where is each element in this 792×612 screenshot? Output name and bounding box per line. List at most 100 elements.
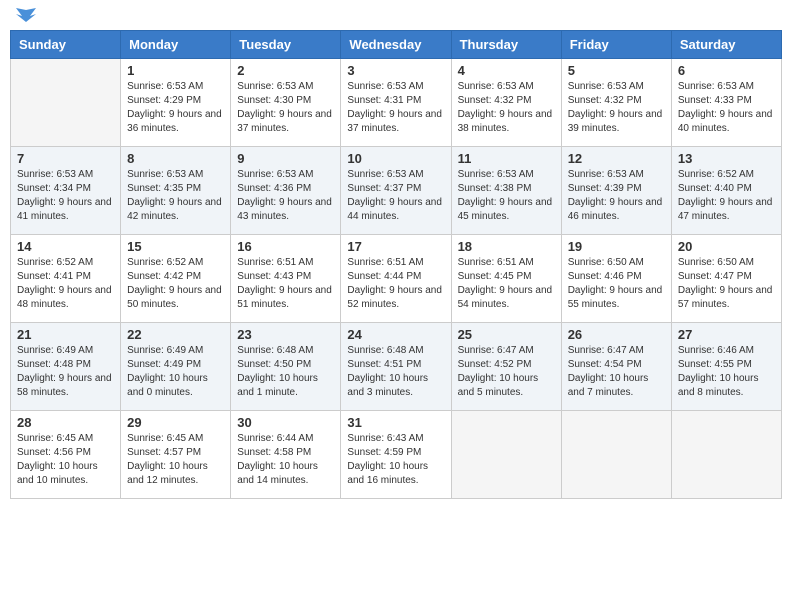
day-number: 9 [237, 151, 334, 166]
day-number: 1 [127, 63, 224, 78]
day-info: Sunrise: 6:45 AM Sunset: 4:57 PM Dayligh… [127, 432, 224, 488]
calendar-cell: 23 Sunrise: 6:48 AM Sunset: 4:50 PM Dayli… [231, 323, 341, 411]
day-number: 23 [237, 327, 334, 342]
calendar-cell: 17 Sunrise: 6:51 AM Sunset: 4:44 PM Dayli… [341, 235, 451, 323]
weekday-header-tuesday: Tuesday [231, 31, 341, 59]
calendar-cell: 24 Sunrise: 6:48 AM Sunset: 4:51 PM Dayli… [341, 323, 451, 411]
calendar-cell: 22 Sunrise: 6:49 AM Sunset: 4:49 PM Dayli… [121, 323, 231, 411]
day-number: 19 [568, 239, 665, 254]
calendar-cell: 18 Sunrise: 6:51 AM Sunset: 4:45 PM Dayli… [451, 235, 561, 323]
day-info: Sunrise: 6:53 AM Sunset: 4:31 PM Dayligh… [347, 80, 444, 136]
day-number: 24 [347, 327, 444, 342]
week-row-1: 1 Sunrise: 6:53 AM Sunset: 4:29 PM Daylig… [11, 59, 782, 147]
day-info: Sunrise: 6:47 AM Sunset: 4:54 PM Dayligh… [568, 344, 665, 400]
calendar-cell: 20Sunrise: 6:50 AM Sunset: 4:47 PM Dayli… [671, 235, 781, 323]
day-info: Sunrise: 6:45 AM Sunset: 4:56 PM Dayligh… [17, 432, 114, 488]
day-number: 26 [568, 327, 665, 342]
calendar-cell: 12 Sunrise: 6:53 AM Sunset: 4:39 PM Dayli… [561, 147, 671, 235]
day-info: Sunrise: 6:49 AM Sunset: 4:48 PM Dayligh… [17, 344, 114, 400]
day-info: Sunrise: 6:53 AM Sunset: 4:32 PM Dayligh… [458, 80, 555, 136]
day-number: 27 [678, 327, 775, 342]
weekday-header-friday: Friday [561, 31, 671, 59]
calendar-cell: 5 Sunrise: 6:53 AM Sunset: 4:32 PM Daylig… [561, 59, 671, 147]
day-info: Sunrise: 6:53 AM Sunset: 4:29 PM Dayligh… [127, 80, 224, 136]
day-info: Sunrise: 6:50 AM Sunset: 4:46 PM Dayligh… [568, 256, 665, 312]
day-number: 22 [127, 327, 224, 342]
weekday-header-monday: Monday [121, 31, 231, 59]
calendar-cell [561, 411, 671, 499]
day-info: Sunrise: 6:51 AM Sunset: 4:45 PM Dayligh… [458, 256, 555, 312]
day-number: 10 [347, 151, 444, 166]
calendar-cell: 15Sunrise: 6:52 AM Sunset: 4:42 PM Dayli… [121, 235, 231, 323]
day-info: Sunrise: 6:52 AM Sunset: 4:42 PM Dayligh… [127, 256, 224, 312]
day-info: Sunrise: 6:53 AM Sunset: 4:30 PM Dayligh… [237, 80, 334, 136]
day-info: Sunrise: 6:53 AM Sunset: 4:33 PM Dayligh… [678, 80, 775, 136]
day-number: 3 [347, 63, 444, 78]
day-number: 12 [568, 151, 665, 166]
weekday-header-sunday: Sunday [11, 31, 121, 59]
day-info: Sunrise: 6:52 AM Sunset: 4:40 PM Dayligh… [678, 168, 775, 224]
calendar-cell: 6 Sunrise: 6:53 AM Sunset: 4:33 PM Daylig… [671, 59, 781, 147]
day-number: 16 [237, 239, 334, 254]
calendar-cell: 11 Sunrise: 6:53 AM Sunset: 4:38 PM Dayli… [451, 147, 561, 235]
day-number: 17 [347, 239, 444, 254]
day-info: Sunrise: 6:44 AM Sunset: 4:58 PM Dayligh… [237, 432, 334, 488]
calendar-cell: 19 Sunrise: 6:50 AM Sunset: 4:46 PM Dayli… [561, 235, 671, 323]
weekday-header-wednesday: Wednesday [341, 31, 451, 59]
calendar-cell: 29Sunrise: 6:45 AM Sunset: 4:57 PM Dayli… [121, 411, 231, 499]
day-info: Sunrise: 6:53 AM Sunset: 4:37 PM Dayligh… [347, 168, 444, 224]
day-info: Sunrise: 6:53 AM Sunset: 4:32 PM Dayligh… [568, 80, 665, 136]
day-info: Sunrise: 6:49 AM Sunset: 4:49 PM Dayligh… [127, 344, 224, 400]
calendar-cell: 25Sunrise: 6:47 AM Sunset: 4:52 PM Dayli… [451, 323, 561, 411]
day-number: 21 [17, 327, 114, 342]
day-number: 30 [237, 415, 334, 430]
day-number: 18 [458, 239, 555, 254]
calendar-cell: 30 Sunrise: 6:44 AM Sunset: 4:58 PM Dayli… [231, 411, 341, 499]
weekday-header-row: SundayMondayTuesdayWednesdayThursdayFrid… [11, 31, 782, 59]
logo [14, 10, 36, 22]
day-info: Sunrise: 6:51 AM Sunset: 4:43 PM Dayligh… [237, 256, 334, 312]
day-info: Sunrise: 6:53 AM Sunset: 4:38 PM Dayligh… [458, 168, 555, 224]
day-info: Sunrise: 6:48 AM Sunset: 4:51 PM Dayligh… [347, 344, 444, 400]
day-number: 25 [458, 327, 555, 342]
day-number: 14 [17, 239, 114, 254]
calendar-table: SundayMondayTuesdayWednesdayThursdayFrid… [10, 30, 782, 499]
week-row-2: 7 Sunrise: 6:53 AM Sunset: 4:34 PM Daylig… [11, 147, 782, 235]
calendar-cell: 7 Sunrise: 6:53 AM Sunset: 4:34 PM Daylig… [11, 147, 121, 235]
day-number: 20 [678, 239, 775, 254]
calendar-cell [451, 411, 561, 499]
day-number: 5 [568, 63, 665, 78]
day-info: Sunrise: 6:53 AM Sunset: 4:34 PM Dayligh… [17, 168, 114, 224]
calendar-cell: 2 Sunrise: 6:53 AM Sunset: 4:30 PM Daylig… [231, 59, 341, 147]
calendar-cell: 21 Sunrise: 6:49 AM Sunset: 4:48 PM Dayli… [11, 323, 121, 411]
calendar-cell: 8 Sunrise: 6:53 AM Sunset: 4:35 PM Daylig… [121, 147, 231, 235]
day-info: Sunrise: 6:53 AM Sunset: 4:35 PM Dayligh… [127, 168, 224, 224]
day-info: Sunrise: 6:53 AM Sunset: 4:39 PM Dayligh… [568, 168, 665, 224]
day-info: Sunrise: 6:48 AM Sunset: 4:50 PM Dayligh… [237, 344, 334, 400]
day-number: 13 [678, 151, 775, 166]
day-info: Sunrise: 6:52 AM Sunset: 4:41 PM Dayligh… [17, 256, 114, 312]
calendar-cell: 10 Sunrise: 6:53 AM Sunset: 4:37 PM Dayli… [341, 147, 451, 235]
calendar-cell: 3 Sunrise: 6:53 AM Sunset: 4:31 PM Daylig… [341, 59, 451, 147]
day-info: Sunrise: 6:43 AM Sunset: 4:59 PM Dayligh… [347, 432, 444, 488]
week-row-5: 28Sunrise: 6:45 AM Sunset: 4:56 PM Dayli… [11, 411, 782, 499]
calendar-cell [671, 411, 781, 499]
day-number: 6 [678, 63, 775, 78]
page-header [10, 10, 782, 22]
day-number: 7 [17, 151, 114, 166]
logo-bird-icon [16, 8, 36, 26]
week-row-3: 14 Sunrise: 6:52 AM Sunset: 4:41 PM Dayli… [11, 235, 782, 323]
calendar-cell: 4 Sunrise: 6:53 AM Sunset: 4:32 PM Daylig… [451, 59, 561, 147]
calendar-cell: 16 Sunrise: 6:51 AM Sunset: 4:43 PM Dayli… [231, 235, 341, 323]
day-info: Sunrise: 6:46 AM Sunset: 4:55 PM Dayligh… [678, 344, 775, 400]
day-number: 2 [237, 63, 334, 78]
calendar-cell [11, 59, 121, 147]
day-number: 8 [127, 151, 224, 166]
day-info: Sunrise: 6:51 AM Sunset: 4:44 PM Dayligh… [347, 256, 444, 312]
calendar-cell: 28Sunrise: 6:45 AM Sunset: 4:56 PM Dayli… [11, 411, 121, 499]
calendar-cell: 26 Sunrise: 6:47 AM Sunset: 4:54 PM Dayli… [561, 323, 671, 411]
calendar-cell: 14 Sunrise: 6:52 AM Sunset: 4:41 PM Dayli… [11, 235, 121, 323]
day-number: 4 [458, 63, 555, 78]
day-number: 11 [458, 151, 555, 166]
calendar-cell: 31Sunrise: 6:43 AM Sunset: 4:59 PM Dayli… [341, 411, 451, 499]
